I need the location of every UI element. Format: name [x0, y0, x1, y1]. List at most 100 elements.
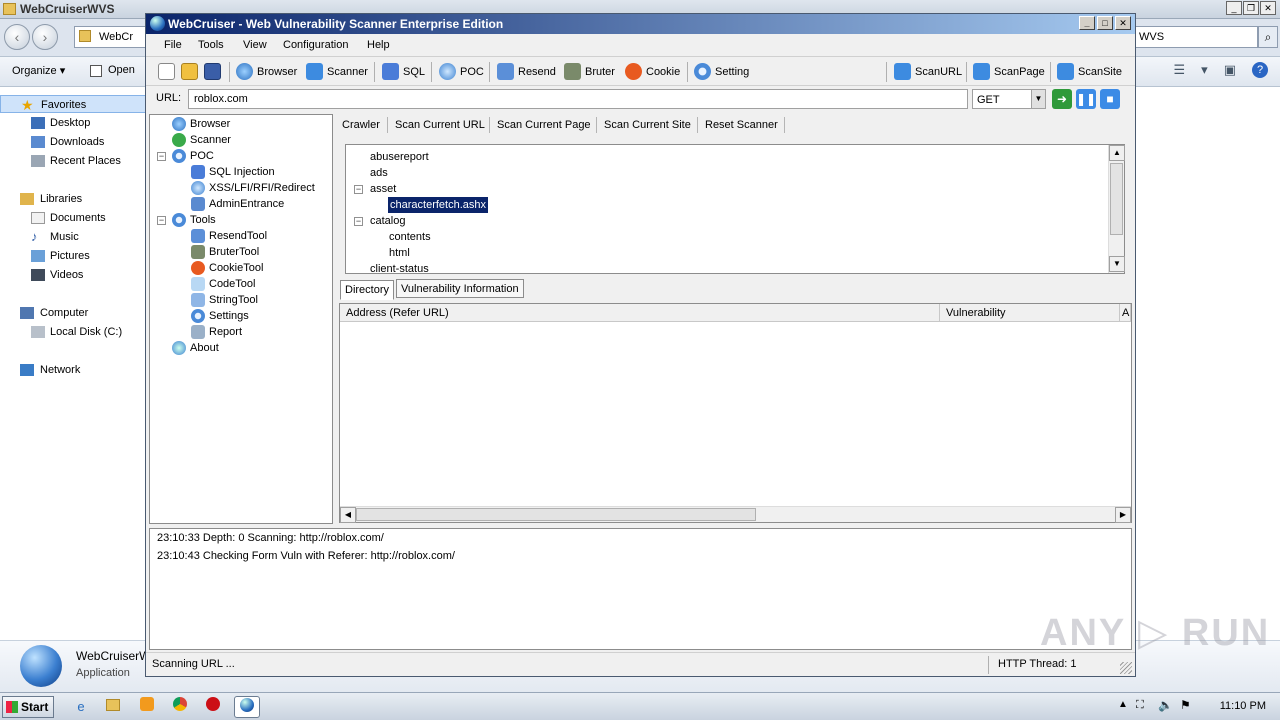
browser-button[interactable]: Browser [236, 62, 297, 82]
close-icon[interactable]: ✕ [1115, 16, 1131, 30]
sidebar-item-desktop[interactable]: Desktop [0, 114, 146, 132]
opera-icon[interactable] [200, 696, 226, 718]
sidebar-item-downloads[interactable]: Downloads [0, 133, 146, 151]
clock[interactable]: 11:10 PM [1220, 700, 1266, 712]
search-icon[interactable]: ⌕ [1258, 26, 1278, 48]
restore-icon[interactable]: ❐ [1243, 1, 1259, 15]
sidebar-item-documents[interactable]: Documents [0, 209, 146, 227]
volume-icon[interactable]: 🔈 [1158, 698, 1173, 712]
scroll-thumb[interactable] [1110, 163, 1123, 235]
tree-item-poc[interactable]: POC [172, 148, 214, 164]
dir-item-abusereport[interactable]: abusereport [370, 149, 429, 165]
tree-item-report[interactable]: Report [191, 324, 242, 340]
tree-item-string-tool[interactable]: StringTool [191, 292, 258, 308]
tree-item-browser[interactable]: Browser [172, 116, 230, 132]
save-button[interactable] [204, 62, 222, 82]
column-header-address[interactable]: Address (Refer URL) [340, 304, 940, 322]
bruter-button[interactable]: Bruter [564, 62, 615, 82]
scroll-thumb[interactable] [356, 508, 756, 521]
dir-item-contents[interactable]: contents [389, 229, 431, 245]
minimize-icon[interactable]: _ [1226, 1, 1242, 15]
dir-item-client-status[interactable]: client-status [370, 261, 429, 277]
media-player-icon[interactable] [134, 696, 160, 718]
scan-page-button[interactable]: ScanPage [973, 62, 1045, 82]
url-input[interactable]: roblox.com [188, 89, 968, 109]
open-button[interactable] [181, 62, 199, 82]
forward-arrow-icon[interactable]: › [32, 24, 58, 50]
collapse-catalog-icon[interactable]: − [354, 217, 363, 226]
maximize-icon[interactable]: □ [1097, 16, 1113, 30]
stop-button[interactable]: ■ [1100, 89, 1120, 109]
sidebar-item-computer[interactable]: Computer [0, 304, 146, 322]
scan-current-page-button[interactable]: Scan Current Page [497, 119, 591, 131]
collapse-poc-icon[interactable]: − [157, 152, 166, 161]
tree-item-code-tool[interactable]: CodeTool [191, 276, 255, 292]
minimize-icon[interactable]: _ [1079, 16, 1095, 30]
tree-item-about[interactable]: About [172, 340, 219, 356]
sidebar-item-music[interactable]: ♪ Music [0, 228, 146, 246]
scroll-left-icon[interactable]: ◀ [340, 507, 356, 523]
scan-current-site-button[interactable]: Scan Current Site [604, 119, 691, 131]
dir-item-html[interactable]: html [389, 245, 410, 261]
tray-expand-icon[interactable]: ▲ [1118, 699, 1128, 710]
dir-item-ads[interactable]: ads [370, 165, 388, 181]
method-select[interactable]: GET ▼ [972, 89, 1046, 109]
tree-item-resend-tool[interactable]: ResendTool [191, 228, 267, 244]
cookie-button[interactable]: Cookie [625, 62, 680, 82]
collapse-tools-icon[interactable]: − [157, 216, 166, 225]
dir-item-asset[interactable]: asset [370, 181, 396, 197]
menu-configuration[interactable]: Configuration [283, 39, 348, 51]
tree-item-tools[interactable]: Tools [172, 212, 216, 228]
resend-button[interactable]: Resend [497, 62, 556, 82]
sidebar-item-favorites[interactable]: ★ Favorites [0, 95, 146, 113]
pause-button[interactable]: ❚❚ [1076, 89, 1096, 109]
sidebar-item-pictures[interactable]: Pictures [0, 247, 146, 265]
network-status-icon[interactable]: ⛶ [1136, 699, 1144, 712]
vertical-scrollbar[interactable]: ▲ ▼ [1108, 145, 1125, 273]
new-button[interactable] [158, 62, 176, 82]
scanner-button[interactable]: Scanner [306, 62, 368, 82]
horizontal-scrollbar[interactable]: ◀ ▶ [340, 506, 1131, 523]
tree-item-admin-entrance[interactable]: AdminEntrance [191, 196, 284, 212]
dir-item-catalog[interactable]: catalog [370, 213, 405, 229]
scan-url-button[interactable]: ScanURL [894, 62, 962, 82]
tree-item-settings[interactable]: Settings [191, 308, 249, 324]
dir-item-characterfetch[interactable]: characterfetch.ashx [387, 196, 489, 214]
chrome-icon[interactable] [167, 696, 193, 718]
sidebar-item-recent-places[interactable]: Recent Places [0, 152, 146, 170]
resize-grip[interactable] [1120, 662, 1132, 674]
crawler-button[interactable]: Crawler [342, 119, 380, 131]
tree-item-bruter-tool[interactable]: BruterTool [191, 244, 259, 260]
menu-file[interactable]: File [164, 39, 182, 51]
explorer-taskbar-button[interactable] [100, 696, 126, 718]
open-button[interactable]: Open [108, 64, 135, 76]
scan-current-url-button[interactable]: Scan Current URL [395, 119, 485, 131]
scroll-right-icon[interactable]: ▶ [1115, 507, 1131, 523]
column-header-vulnerability[interactable]: Vulnerability [940, 304, 1120, 322]
tree-item-scanner[interactable]: Scanner [172, 132, 231, 148]
sidebar-item-videos[interactable]: Videos [0, 266, 146, 284]
webcruiser-taskbar-button[interactable] [234, 696, 260, 718]
scroll-up-icon[interactable]: ▲ [1109, 145, 1125, 161]
ie-icon[interactable]: e [68, 696, 94, 718]
search-input[interactable]: WVS [1134, 26, 1258, 48]
scroll-down-icon[interactable]: ▼ [1109, 256, 1125, 272]
preview-pane-icon[interactable]: ▣ [1224, 62, 1236, 78]
help-icon[interactable]: ? [1252, 62, 1268, 78]
sidebar-item-network[interactable]: Network [0, 361, 146, 379]
poc-button[interactable]: POC [439, 62, 484, 82]
action-center-icon[interactable]: ⚑ [1180, 698, 1191, 712]
menu-tools[interactable]: Tools [198, 39, 224, 51]
view-options-icon[interactable]: ☰ [1174, 62, 1186, 78]
sql-button[interactable]: SQL [382, 62, 425, 82]
tab-vulnerability-information[interactable]: Vulnerability Information [396, 279, 524, 298]
breadcrumb[interactable]: WebCr [74, 26, 146, 48]
start-button[interactable]: Start [2, 696, 54, 718]
setting-button[interactable]: Setting [694, 62, 749, 82]
tab-directory[interactable]: Directory [340, 280, 395, 300]
back-arrow-icon[interactable]: ‹ [4, 24, 30, 50]
menu-view[interactable]: View [243, 39, 267, 51]
column-header-extra[interactable]: A [1120, 304, 1131, 322]
tree-item-sql-injection[interactable]: SQL Injection [191, 164, 275, 180]
scan-site-button[interactable]: ScanSite [1057, 62, 1122, 82]
